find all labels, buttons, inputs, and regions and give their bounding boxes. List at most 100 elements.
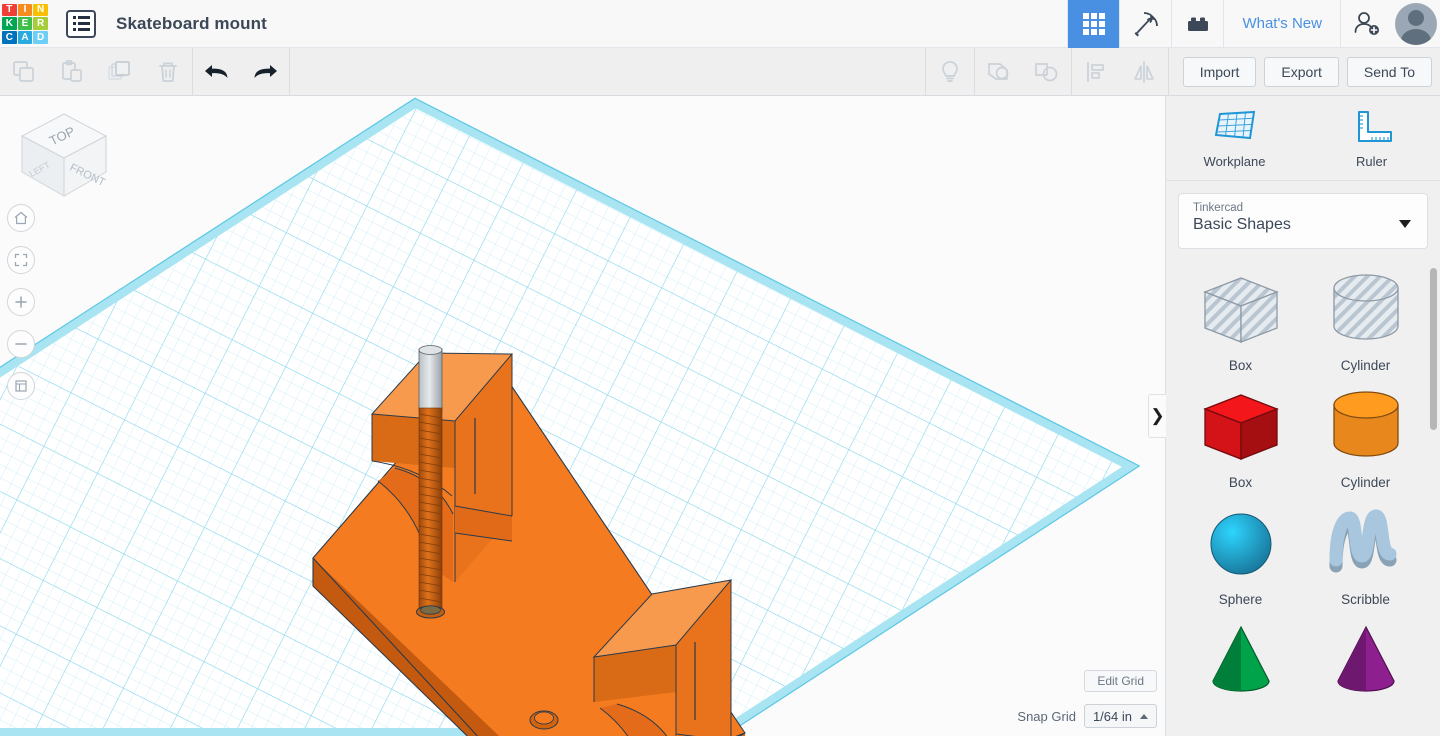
shape-label: Cylinder <box>1340 358 1391 373</box>
projection-toggle-button[interactable] <box>7 372 35 400</box>
logo-tile-t: T <box>2 3 17 17</box>
shape-thumbnail <box>1336 625 1395 692</box>
duplicate-button[interactable] <box>96 48 144 96</box>
shape-label: Box <box>1228 475 1253 490</box>
shape-thumbnail <box>1332 274 1399 340</box>
view-cube[interactable]: TOP FRONT LEFT <box>14 106 114 206</box>
ruler-tool[interactable]: Ruler <box>1327 108 1417 169</box>
page-title: Skateboard mount <box>116 13 267 33</box>
delete-button[interactable] <box>144 48 192 96</box>
doc-line <box>72 22 90 25</box>
shape-thumbnail <box>1329 509 1396 573</box>
shape-label: Scribble <box>1341 592 1390 607</box>
add-user-icon[interactable] <box>1340 0 1392 48</box>
shape-library-sublabel: Tinkercad <box>1193 202 1244 214</box>
main-toolbar: Import Export Send To <box>0 47 1440 96</box>
align-mirror-group <box>1072 48 1168 96</box>
doc-bar <box>77 16 90 19</box>
panel-tools-row: Workplane Ruler <box>1166 96 1440 181</box>
shape-item-cone-6[interactable] <box>1178 615 1303 709</box>
ungroup-button[interactable] <box>1023 48 1071 96</box>
doc-bar <box>77 22 90 25</box>
clipboard-paste-icon <box>62 59 82 82</box>
undo-arrow-icon <box>205 64 228 78</box>
doc-dot <box>72 16 76 19</box>
ungroup-shapes-icon <box>1034 62 1058 81</box>
group-shapes-icon <box>987 62 1009 80</box>
shapes-grid: Box Cylinder Box Cylinder Sphere Scribbl… <box>1166 258 1440 709</box>
doc-dot <box>72 28 76 31</box>
shape-library-dropdown[interactable]: Tinkercad Basic Shapes <box>1178 193 1428 249</box>
logo-tile-n: N <box>33 3 48 17</box>
zoom-out-button[interactable] <box>7 330 35 358</box>
codeblocks-icon[interactable] <box>1119 0 1171 48</box>
toolbar-divider <box>1167 47 1169 96</box>
paste-button[interactable] <box>48 48 96 96</box>
design-canvas[interactable]: Workplane <box>0 96 1165 736</box>
avatar-image <box>1395 2 1437 45</box>
snap-grid-select[interactable]: 1/64 in <box>1083 704 1157 728</box>
workplane-grid-icon <box>1214 110 1255 139</box>
doc-dot <box>72 22 76 25</box>
shape-item-cylinder-3[interactable]: Cylinder <box>1303 381 1428 490</box>
caret-up-icon <box>1140 713 1148 719</box>
document-list-icon[interactable] <box>66 9 96 38</box>
workplane-tool[interactable]: Workplane <box>1190 108 1280 169</box>
shape-label: Cylinder <box>1340 475 1391 490</box>
copy-button[interactable] <box>0 48 48 96</box>
whats-new-link[interactable]: What's New <box>1223 0 1340 48</box>
shape-thumbnail <box>1210 513 1271 575</box>
mirror-icon <box>1133 60 1154 83</box>
light-button[interactable] <box>926 48 974 96</box>
logo-tile-k: K <box>2 17 17 30</box>
shape-item-box-0[interactable]: Box <box>1178 264 1303 373</box>
fit-view-button[interactable] <box>7 246 35 274</box>
panel-collapse-toggle[interactable]: ❯ <box>1148 394 1166 438</box>
shapes-scroll-area[interactable]: Box Cylinder Box Cylinder Sphere Scribbl… <box>1166 258 1440 736</box>
avatar[interactable] <box>1392 0 1440 48</box>
group-ungroup-group <box>975 48 1071 96</box>
shape-item-cylinder-1[interactable]: Cylinder <box>1303 264 1428 373</box>
shape-item-scribble-5[interactable]: Scribble <box>1303 498 1428 607</box>
shape-item-sphere-4[interactable]: Sphere <box>1178 498 1303 607</box>
group-button[interactable] <box>975 48 1023 96</box>
send-to-button[interactable]: Send To <box>1346 56 1432 87</box>
shapes-scrollbar[interactable] <box>1430 264 1437 736</box>
doc-line <box>72 16 90 19</box>
shape-item-box-2[interactable]: Box <box>1178 381 1303 490</box>
snap-grid-label: Snap Grid <box>1017 708 1076 724</box>
perspective-box-icon <box>15 380 27 392</box>
shape-art <box>1195 270 1287 352</box>
design-grid-icon[interactable] <box>1067 0 1120 48</box>
scrollbar-thumb[interactable] <box>1430 268 1437 430</box>
zoom-in-button[interactable] <box>7 288 35 316</box>
shape-art <box>1320 270 1412 352</box>
canvas-scene: Workplane <box>0 96 1165 736</box>
copy-icon <box>13 60 34 82</box>
edit-grid-button[interactable]: Edit Grid <box>1084 670 1157 692</box>
home-view-button[interactable] <box>7 204 35 232</box>
home-icon <box>14 211 28 225</box>
align-icon <box>1086 61 1104 82</box>
shape-item-cone-7[interactable] <box>1303 615 1428 709</box>
view-nav-buttons <box>7 204 35 400</box>
align-button[interactable] <box>1072 48 1120 96</box>
export-button[interactable]: Export <box>1264 56 1339 87</box>
shape-art <box>1320 504 1412 586</box>
shape-art <box>1195 621 1287 703</box>
logo-tile-d: D <box>33 30 48 44</box>
redo-button[interactable] <box>241 48 289 96</box>
shape-art <box>1320 387 1412 469</box>
brick-icon <box>1187 17 1208 31</box>
undo-button[interactable] <box>193 48 241 96</box>
blocks-icon[interactable] <box>1171 0 1223 48</box>
logo-tile-i: I <box>17 3 33 17</box>
header-right-group: What's New <box>1067 0 1440 48</box>
snap-grid-row: Snap Grid 1/64 in <box>1017 704 1157 728</box>
tinkercad-logo[interactable]: TIN KER CAD <box>2 3 48 44</box>
shape-art <box>1195 387 1287 469</box>
plus-icon <box>15 296 27 308</box>
minus-icon <box>15 343 27 345</box>
import-button[interactable]: Import <box>1182 56 1257 87</box>
mirror-button[interactable] <box>1120 48 1168 96</box>
